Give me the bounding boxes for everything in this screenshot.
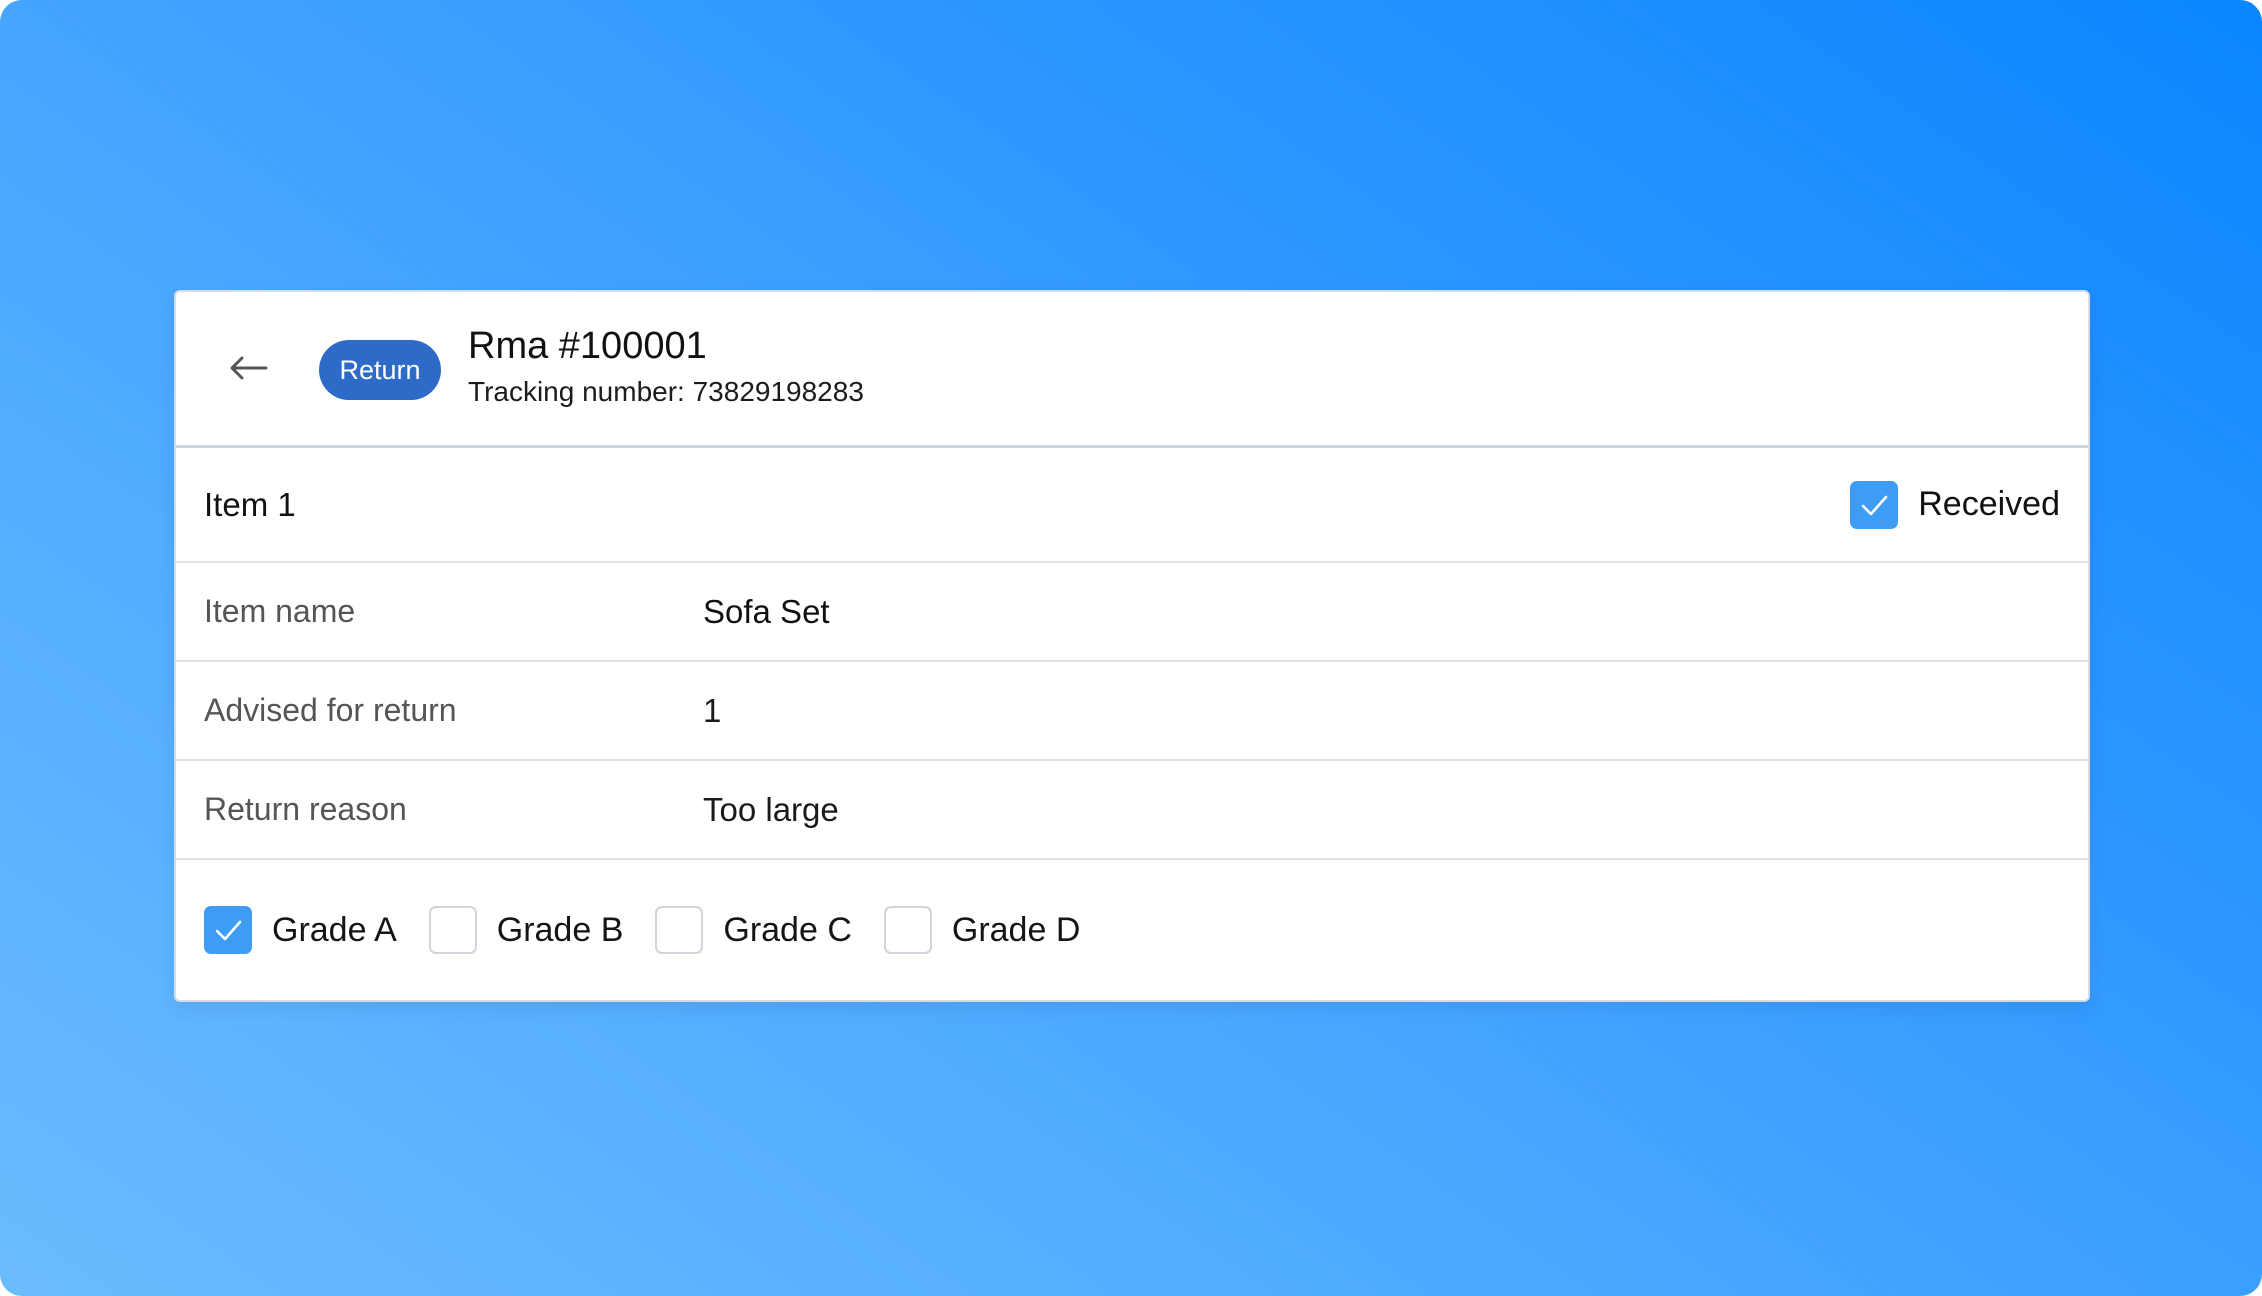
rma-title: Rma #100001 (468, 325, 707, 367)
grade-c-checkbox-box[interactable] (655, 906, 704, 954)
rma-card: Return Rma #100001 Tracking number: 7382… (174, 290, 2090, 1002)
detail-label: Return reason (204, 791, 407, 827)
grade-b-checkbox[interactable]: Grade B (428, 906, 624, 954)
grade-a-checkbox-box[interactable] (204, 906, 252, 954)
detail-label: Advised for return (204, 692, 457, 728)
page-background: Return Rma #100001 Tracking number: 7382… (0, 0, 2262, 1296)
grade-b-label: Grade B (496, 910, 624, 949)
grade-d-label: Grade D (951, 910, 1081, 949)
grade-b-checkbox-box[interactable] (428, 906, 477, 954)
return-badge: Return (319, 340, 441, 400)
grades-row: Grade A Grade B Grade C Grade D (176, 860, 2088, 1000)
check-icon (1861, 495, 1888, 515)
back-button[interactable] (218, 338, 278, 398)
received-checkbox[interactable]: Received (1850, 448, 2060, 561)
received-checkbox-box[interactable] (1850, 480, 1899, 529)
detail-value: 1 (703, 691, 722, 729)
arrow-left-icon (230, 356, 268, 380)
grade-a-label: Grade A (272, 910, 397, 949)
grade-a-checkbox[interactable]: Grade A (204, 906, 397, 954)
detail-row-advised-for-return: Advised for return 1 (176, 662, 2088, 761)
detail-label: Item name (204, 593, 356, 629)
detail-row-return-reason: Return reason Too large (176, 761, 2088, 860)
detail-value: Too large (703, 790, 839, 828)
detail-value: Sofa Set (703, 592, 830, 630)
grade-c-label: Grade C (723, 910, 852, 949)
item-title: Item 1 (204, 485, 296, 523)
grade-d-checkbox-box[interactable] (883, 906, 932, 954)
item-row: Item 1 Received (176, 448, 2088, 563)
check-icon (215, 920, 242, 941)
rma-header: Return Rma #100001 Tracking number: 7382… (176, 292, 2088, 448)
grade-d-checkbox[interactable]: Grade D (883, 906, 1081, 954)
grade-options: Grade A Grade B Grade C Grade D (204, 860, 1112, 1000)
title-block: Rma #100001 Tracking number: 73829198283 (468, 324, 864, 408)
tracking-number: Tracking number: 73829198283 (468, 376, 864, 407)
detail-row-item-name: Item name Sofa Set (176, 563, 2088, 662)
received-label: Received (1918, 485, 2060, 523)
grade-c-checkbox[interactable]: Grade C (655, 906, 852, 954)
